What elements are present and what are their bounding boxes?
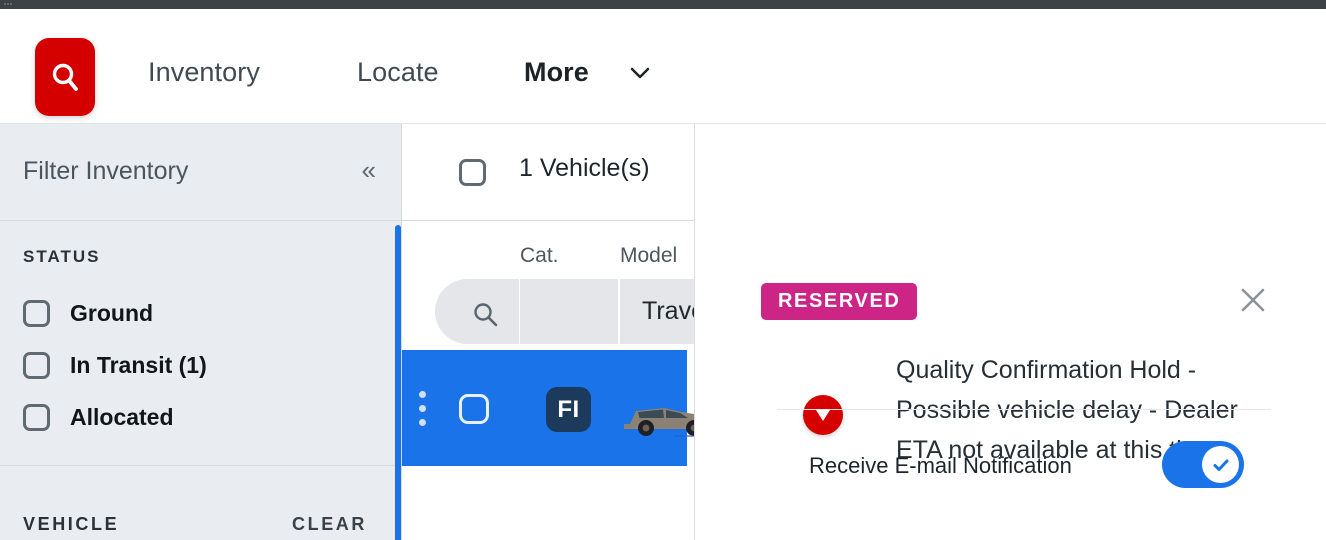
- select-all-checkbox[interactable]: [459, 159, 486, 186]
- alert-down-arrow-icon: [803, 395, 843, 435]
- sidebar-title: Filter Inventory: [23, 157, 189, 185]
- search-logo-icon: [52, 63, 78, 91]
- vehicle-thumbnail: [620, 390, 694, 440]
- table-filter-cat[interactable]: [519, 279, 619, 344]
- close-icon[interactable]: [1240, 287, 1266, 313]
- nav-item-more[interactable]: More: [524, 57, 589, 88]
- email-notification-toggle[interactable]: [1162, 441, 1244, 488]
- toggle-knob: [1202, 446, 1239, 483]
- row-select-checkbox[interactable]: [459, 394, 489, 424]
- sidebar-header: Filter Inventory «: [0, 124, 401, 221]
- table-row[interactable]: FI: [402, 350, 694, 466]
- category-badge: FI: [546, 387, 591, 432]
- table-filter-model-value: Traverse: [642, 297, 694, 325]
- app-logo[interactable]: [35, 38, 95, 116]
- filter-group-status-label: STATUS: [23, 247, 101, 266]
- checkbox-ground[interactable]: [23, 299, 50, 327]
- check-icon: [1213, 459, 1228, 471]
- search-icon: [474, 303, 498, 327]
- table-column-headers: Cat. Model: [402, 221, 694, 279]
- top-navigation-bar: Inventory Locate More: [0, 9, 1326, 124]
- filter-option-in-transit[interactable]: In Transit (1): [0, 339, 401, 391]
- panel-divider: [777, 409, 1271, 410]
- filter-group-vehicle: VEHICLE CLEAR: [0, 466, 401, 540]
- vehicle-detail-panel: RESERVED Quality Confirmation Hold - Pos…: [696, 124, 1326, 540]
- column-header-model[interactable]: Model: [620, 244, 677, 268]
- email-notification-label: Receive E-mail Notification: [809, 453, 1072, 478]
- filter-sidebar: Filter Inventory « STATUS Ground In Tran…: [0, 124, 402, 540]
- chevron-down-icon[interactable]: [630, 66, 650, 80]
- filter-option-in-transit-label: In Transit (1): [70, 351, 207, 378]
- nav-item-inventory[interactable]: Inventory: [148, 57, 260, 88]
- column-header-cat[interactable]: Cat.: [520, 244, 559, 268]
- table-filter-row: Traverse: [402, 279, 694, 344]
- sidebar-scrollbar[interactable]: [395, 225, 401, 540]
- checkbox-in-transit[interactable]: [23, 351, 50, 379]
- application-window: Inventory Locate More Filter Inventory «…: [0, 0, 1326, 540]
- filter-option-allocated[interactable]: Allocated: [0, 391, 401, 443]
- vehicle-count-label: 1 Vehicle(s): [519, 154, 650, 182]
- filter-option-allocated-label: Allocated: [70, 403, 174, 430]
- kebab-menu-icon[interactable]: [419, 391, 426, 433]
- nav-item-locate[interactable]: Locate: [357, 57, 439, 88]
- checkbox-allocated[interactable]: [23, 403, 50, 431]
- os-title-bar: [0, 0, 1326, 9]
- collapse-sidebar-icon[interactable]: «: [362, 157, 377, 183]
- table-header-bar: 1 Vehicle(s): [402, 124, 694, 221]
- filter-option-ground[interactable]: Ground: [0, 287, 401, 339]
- table-filter-model[interactable]: Traverse: [620, 279, 694, 344]
- window-controls-icon: [4, 3, 12, 5]
- table-search-cell[interactable]: [435, 279, 519, 344]
- inventory-table: 1 Vehicle(s) Cat. Model Traverse FI: [402, 124, 695, 540]
- status-badge: RESERVED: [761, 283, 918, 320]
- clear-filters-button[interactable]: CLEAR: [292, 514, 367, 535]
- filter-group-status: STATUS Ground In Transit (1) Allocated: [0, 221, 401, 466]
- filter-option-ground-label: Ground: [70, 299, 154, 326]
- filter-group-vehicle-label: VEHICLE: [23, 514, 120, 534]
